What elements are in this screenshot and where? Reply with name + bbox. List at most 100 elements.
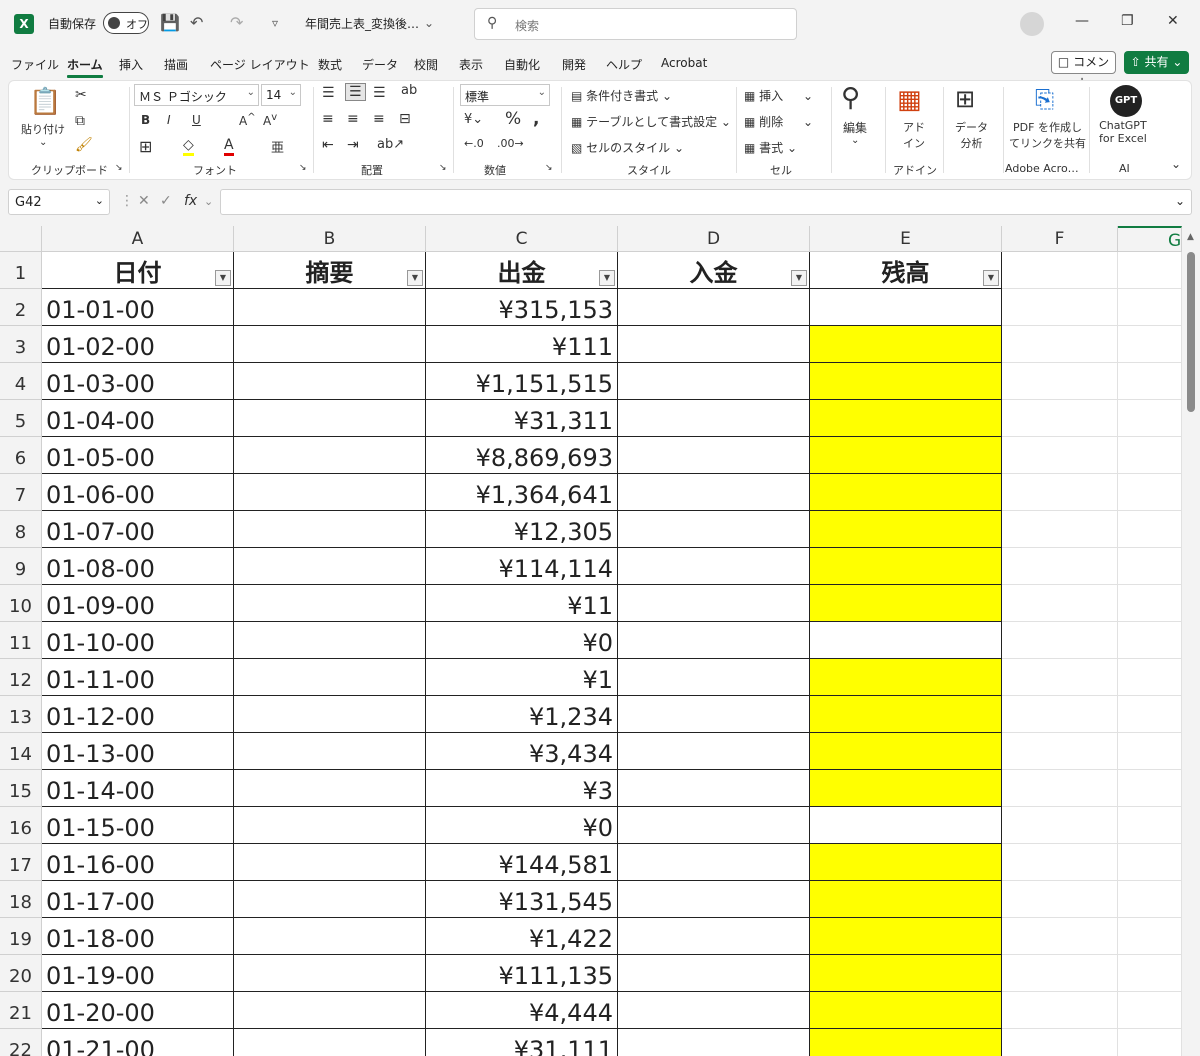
align-middle-icon[interactable]: ☰ [345,83,366,101]
balance-cell[interactable] [810,326,1002,363]
increase-font-icon[interactable]: A^ [239,112,256,128]
table-cell[interactable] [1118,659,1182,696]
deposit-cell[interactable] [618,363,810,400]
tab-home[interactable]: ホーム [67,56,103,78]
withdrawal-cell[interactable]: ¥8,869,693 [426,437,618,474]
description-cell[interactable] [234,918,426,955]
description-cell[interactable] [234,807,426,844]
paste-icon[interactable]: 📋 [29,87,61,117]
description-cell[interactable] [234,992,426,1029]
table-cell[interactable] [1002,807,1118,844]
header-balance[interactable]: 残高 ▼ [810,252,1002,289]
row-header[interactable]: 1 [0,252,42,289]
table-cell[interactable] [1118,955,1182,992]
conditional-format-button[interactable]: ▤ 条件付き書式 ⌄ [571,87,672,104]
description-cell[interactable] [234,696,426,733]
number-launcher-icon[interactable]: ↘ [545,163,553,173]
date-cell[interactable]: 01-04-00 [42,400,234,437]
table-cell[interactable] [1002,474,1118,511]
tab-automate[interactable]: 自動化 [504,56,540,73]
description-cell[interactable] [234,659,426,696]
table-cell[interactable] [1118,252,1182,289]
table-cell[interactable] [1002,918,1118,955]
table-cell[interactable] [1118,770,1182,807]
balance-cell[interactable] [810,511,1002,548]
close-icon[interactable]: ✕ [1167,13,1179,29]
alignment-launcher-icon[interactable]: ↘ [439,163,447,173]
enter-icon[interactable]: ✓ [160,193,172,209]
add-ins-icon[interactable]: ▦ [897,85,922,115]
balance-cell[interactable] [810,659,1002,696]
tab-draw[interactable]: 描画 [164,56,188,73]
font-launcher-icon[interactable]: ↘ [299,163,307,173]
date-cell[interactable]: 01-10-00 [42,622,234,659]
row-header[interactable]: 2 [0,289,42,326]
table-cell[interactable] [1118,474,1182,511]
table-cell[interactable] [1002,733,1118,770]
balance-cell[interactable] [810,548,1002,585]
deposit-cell[interactable] [618,659,810,696]
align-right-icon[interactable]: ≡ [373,111,385,127]
description-cell[interactable] [234,770,426,807]
redo-icon[interactable]: ↷ [230,13,243,32]
increase-indent-icon[interactable]: ⇥ [347,137,359,153]
editing-chevron-down-icon[interactable]: ⌄ [851,135,859,146]
withdrawal-cell[interactable]: ¥31,311 [426,400,618,437]
withdrawal-cell[interactable]: ¥0 [426,622,618,659]
header-date[interactable]: 日付 ▼ [42,252,234,289]
balance-cell[interactable] [810,955,1002,992]
table-cell[interactable] [1118,585,1182,622]
date-cell[interactable]: 01-13-00 [42,733,234,770]
data-analysis-icon[interactable]: ⊞ [955,85,975,113]
deposit-cell[interactable] [618,400,810,437]
fx-chevron-down-icon[interactable]: ⌄ [204,195,213,208]
column-header-c[interactable]: C [426,226,618,252]
row-header[interactable]: 12 [0,659,42,696]
search-box[interactable]: ⚲ 検索 [474,8,797,40]
table-cell[interactable] [1118,511,1182,548]
table-cell[interactable] [1002,400,1118,437]
row-header[interactable]: 14 [0,733,42,770]
withdrawal-cell[interactable]: ¥1,422 [426,918,618,955]
withdrawal-cell[interactable]: ¥144,581 [426,844,618,881]
date-cell[interactable]: 01-05-00 [42,437,234,474]
insert-cells-button[interactable]: ▦ 挿入 ⌄ [744,87,813,104]
deposit-cell[interactable] [618,807,810,844]
date-cell[interactable]: 01-02-00 [42,326,234,363]
column-header-a[interactable]: A [42,226,234,252]
table-cell[interactable] [1118,548,1182,585]
customize-quick-access-icon[interactable]: ▿ [272,16,278,30]
vertical-scrollbar[interactable]: ▲ [1182,226,1200,1056]
tab-formulas[interactable]: 数式 [318,56,342,73]
table-cell[interactable] [1002,548,1118,585]
table-cell[interactable] [1002,326,1118,363]
description-cell[interactable] [234,326,426,363]
description-cell[interactable] [234,881,426,918]
withdrawal-cell[interactable]: ¥31,111 [426,1029,618,1056]
italic-button[interactable]: I [167,113,171,127]
table-cell[interactable] [1118,696,1182,733]
table-cell[interactable] [1002,437,1118,474]
table-cell[interactable] [1002,992,1118,1029]
delete-cells-button[interactable]: ▦ 削除 ⌄ [744,113,813,130]
find-magnifier-icon[interactable]: ⚲ [841,83,860,113]
deposit-cell[interactable] [618,585,810,622]
comment-button[interactable]: □ コメント [1051,51,1116,90]
chatgpt-logo-icon[interactable]: GPT [1110,85,1142,117]
date-cell[interactable]: 01-08-00 [42,548,234,585]
balance-cell[interactable] [810,696,1002,733]
date-cell[interactable]: 01-07-00 [42,511,234,548]
table-cell[interactable] [1002,363,1118,400]
table-cell[interactable] [1002,252,1118,289]
withdrawal-cell[interactable]: ¥11 [426,585,618,622]
autosave-toggle[interactable]: オフ [103,12,149,34]
balance-cell[interactable] [810,622,1002,659]
filter-dropdown-icon[interactable]: ▼ [791,270,807,286]
save-icon[interactable]: 💾 [160,13,180,32]
balance-cell[interactable] [810,992,1002,1029]
withdrawal-cell[interactable]: ¥1,151,515 [426,363,618,400]
fill-color-icon[interactable]: ◇ [183,137,194,156]
tab-file[interactable]: ファイル [11,56,59,73]
table-cell[interactable] [1118,622,1182,659]
balance-cell[interactable] [810,474,1002,511]
